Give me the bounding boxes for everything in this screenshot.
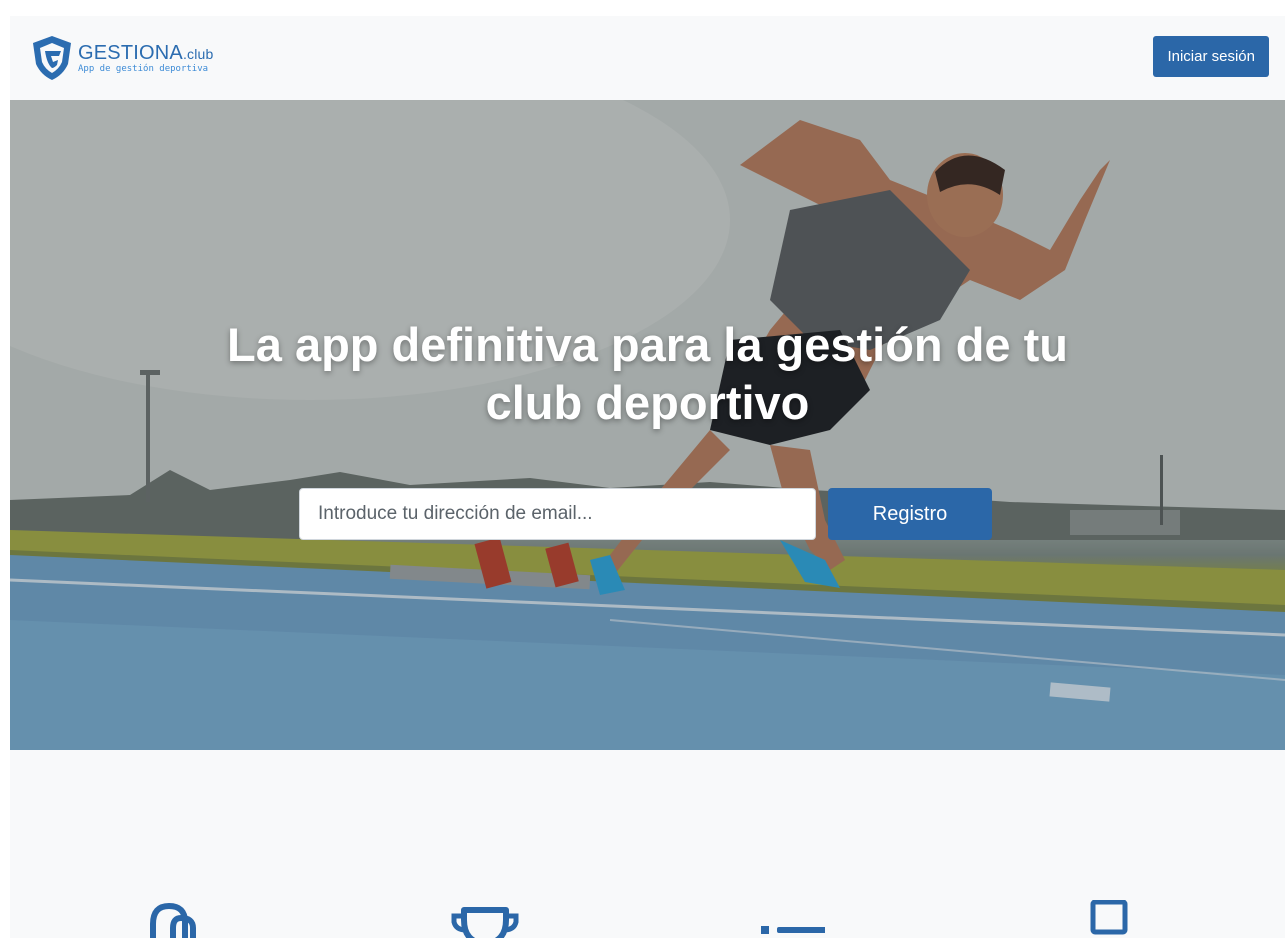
trophy-icon [451,907,519,938]
signup-form: Registro [299,488,992,540]
hero-section: La app definitiva para la gestión de tu … [10,100,1285,750]
list-icon [761,926,825,934]
page: GESTIONA.club App de gestión deportiva I… [10,16,1285,938]
navbar: GESTIONA.club App de gestión deportiva I… [10,16,1285,100]
brand-tagline: App de gestión deportiva [78,63,209,74]
laptop-icon [1090,900,1128,935]
hero-title-line-2: club deportivo [485,376,810,429]
features-section [10,750,1285,938]
hero-title-line-1: La app definitiva para la gestión de tu [227,318,1068,371]
register-button[interactable]: Registro [828,488,992,540]
gestiona-logo-icon [33,36,71,80]
brand-name: GESTIONA.club [78,41,214,64]
mobile-icon [150,902,196,938]
brand-logo-link[interactable]: GESTIONA.club App de gestión deportiva [30,34,214,82]
email-input[interactable] [299,488,816,540]
hero-title: La app definitiva para la gestión de tu … [10,316,1285,432]
login-button[interactable]: Iniciar sesión [1153,36,1269,77]
brand-text: GESTIONA.club App de gestión deportiva [78,43,214,74]
